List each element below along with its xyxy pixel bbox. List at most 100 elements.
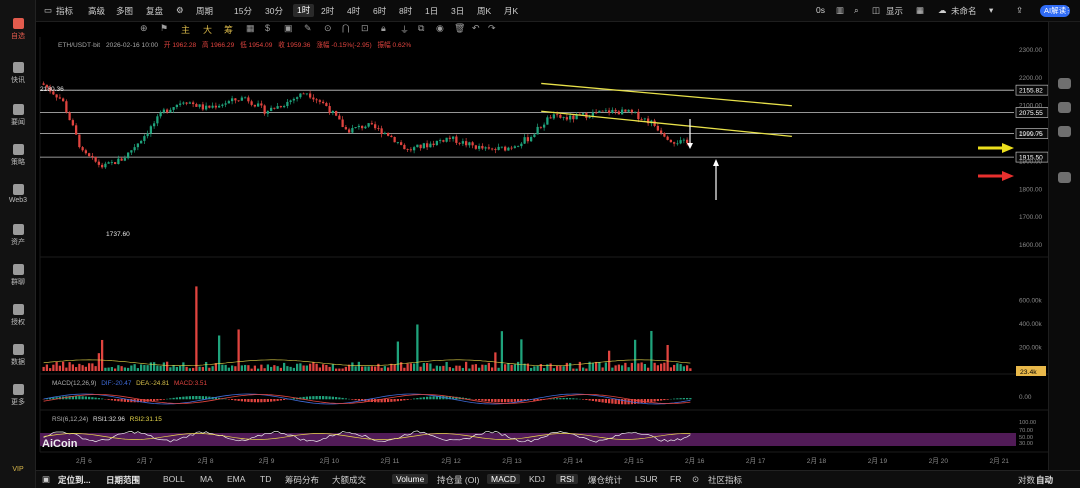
tf-1w[interactable]: 周K	[477, 5, 491, 17]
settings-icon[interactable]	[1058, 126, 1071, 137]
main-chart-toggle[interactable]: 主	[181, 23, 190, 36]
candle-body	[614, 109, 617, 112]
community-indicators[interactable]: 社区指标	[708, 474, 742, 486]
tf-4h[interactable]: 4时	[347, 5, 360, 17]
ind-macd[interactable]: MACD	[487, 474, 521, 484]
locate-button[interactable]: 定位到...	[58, 474, 91, 486]
calendar-icon[interactable]: ▣	[42, 474, 50, 485]
macd-histogram-bar	[169, 398, 172, 400]
candle-body	[474, 145, 478, 149]
flag-icon[interactable]: ⚑	[160, 23, 168, 34]
camera-icon[interactable]: ◫	[872, 5, 880, 16]
chips-toggle[interactable]: 筹	[224, 23, 233, 36]
rail-item-strategy[interactable]: 策略	[0, 144, 36, 167]
big-order-toggle[interactable]: 大	[203, 23, 212, 36]
rsi-tick: 70.00	[1019, 428, 1033, 434]
tf-8h[interactable]: 8时	[399, 5, 412, 17]
filter-icon[interactable]: ⏚	[400, 23, 409, 36]
pencil-icon[interactable]: ✎	[304, 23, 312, 34]
premium-button[interactable]: 高级	[88, 5, 105, 17]
lock-icon[interactable]: ⊡	[361, 23, 369, 34]
tf-15m[interactable]: 15分	[234, 5, 252, 17]
tf-3d[interactable]: 3日	[451, 5, 464, 17]
ind-ma[interactable]: MA	[200, 474, 213, 484]
volume-bar	[250, 368, 253, 371]
tf-30m[interactable]: 30分	[265, 5, 283, 17]
ind-oi[interactable]: 持仓量 (OI)	[437, 474, 480, 486]
ind-fr[interactable]: FR	[670, 474, 681, 484]
rail-item-headlines[interactable]: 要闻	[0, 104, 36, 127]
volume-bar	[312, 362, 315, 371]
pin-icon[interactable]: ⊙	[692, 474, 699, 485]
orderbook-icon[interactable]	[1058, 78, 1071, 89]
tf-6h[interactable]: 6时	[373, 5, 386, 17]
candle-body	[533, 134, 536, 137]
tf-2h[interactable]: 2时	[321, 5, 334, 17]
candles	[42, 81, 692, 169]
more-menu-icon[interactable]: ⋮	[1064, 5, 1073, 16]
gear-icon[interactable]: ⚙	[176, 5, 184, 16]
rail-item-flash[interactable]: 快讯	[0, 62, 36, 85]
magnet-icon[interactable]: ⋂	[342, 23, 349, 34]
unnamed-layout[interactable]: 未命名	[951, 5, 977, 17]
zoom-icon[interactable]: ⊙	[324, 23, 332, 34]
volume-bar	[412, 363, 416, 371]
indicators-button[interactable]: 指标	[56, 5, 73, 17]
volume-bar	[572, 368, 575, 371]
rail-item-data[interactable]: 数据	[0, 344, 36, 367]
ind-chips[interactable]: 筹码分布	[285, 474, 319, 486]
rail-item-assets[interactable]: 资产	[0, 224, 36, 247]
multi-chart-button[interactable]: 多图	[116, 5, 133, 17]
rail-item-auth[interactable]: 授权	[0, 304, 36, 327]
ind-ema[interactable]: EMA	[227, 474, 245, 484]
trades-icon[interactable]	[1058, 102, 1071, 113]
candle-body	[97, 161, 101, 165]
dollar-icon[interactable]: $	[265, 23, 270, 33]
expand-icon[interactable]: ▭	[44, 5, 52, 16]
ind-rsi[interactable]: RSI	[556, 474, 579, 484]
search-icon[interactable]: ⌕	[854, 5, 859, 16]
rail-item-more[interactable]: 更多	[0, 384, 36, 407]
grid-icon[interactable]: ▦	[246, 23, 255, 34]
seconds-label[interactable]: 0s	[816, 5, 825, 15]
clone-icon[interactable]: ⧉	[418, 23, 424, 34]
gamepad-icon[interactable]	[1058, 172, 1071, 183]
share-icon[interactable]: ⇪	[1016, 5, 1023, 16]
eye-icon[interactable]: ◉	[436, 23, 444, 34]
ind-volume[interactable]: Volume	[392, 474, 429, 484]
settings-icon[interactable]: ⊕	[140, 23, 148, 34]
volume-bar	[143, 364, 146, 371]
rail-item-chat[interactable]: 群聊	[0, 264, 36, 287]
chevron-down-icon[interactable]: ▾	[989, 5, 993, 16]
display-button[interactable]: 显示	[886, 5, 903, 17]
tf-1h[interactable]: 1时	[293, 4, 315, 17]
layout-icon[interactable]: ▦	[916, 5, 924, 16]
cloud-icon[interactable]: ☁	[938, 5, 947, 16]
date-range-button[interactable]: 日期范围	[106, 474, 140, 486]
undo-icon[interactable]: ↶	[472, 23, 480, 34]
ind-bigtrades[interactable]: 大额成交	[332, 474, 366, 486]
wallet-icon[interactable]: ▣	[284, 23, 293, 34]
price-chart[interactable]: ETH/USDT·bit 2026-02-16 10:00 开 1962.28 …	[36, 37, 1048, 470]
replay-button[interactable]: 复盘	[146, 5, 163, 17]
volume-bar	[61, 361, 65, 371]
trash-icon[interactable]: 🗑︎	[454, 23, 465, 34]
ind-td[interactable]: TD	[260, 474, 271, 484]
ind-liq[interactable]: 爆仓统计	[588, 474, 622, 486]
tf-1m[interactable]: 月K	[504, 5, 518, 17]
auto-toggle[interactable]: 自动	[1036, 474, 1053, 486]
candle-body	[312, 97, 315, 100]
chart-type-icon[interactable]: ▥	[836, 5, 844, 16]
lock-icon[interactable]: 🔒︎	[381, 23, 386, 34]
macd-histogram-bar	[562, 398, 565, 400]
vip-badge[interactable]: VIP	[8, 466, 28, 473]
tf-1d[interactable]: 1日	[425, 5, 438, 17]
rail-item-watchlist[interactable]: 自选	[0, 18, 36, 41]
rail-item-web3[interactable]: Web3	[0, 184, 36, 204]
redo-icon[interactable]: ↷	[488, 23, 496, 34]
ind-lsur[interactable]: LSUR	[635, 474, 658, 484]
log-toggle[interactable]: 对数	[1018, 474, 1035, 486]
macd-histogram-bar	[312, 396, 315, 400]
ind-kdj[interactable]: KDJ	[529, 474, 545, 484]
ind-boll[interactable]: BOLL	[163, 474, 185, 484]
